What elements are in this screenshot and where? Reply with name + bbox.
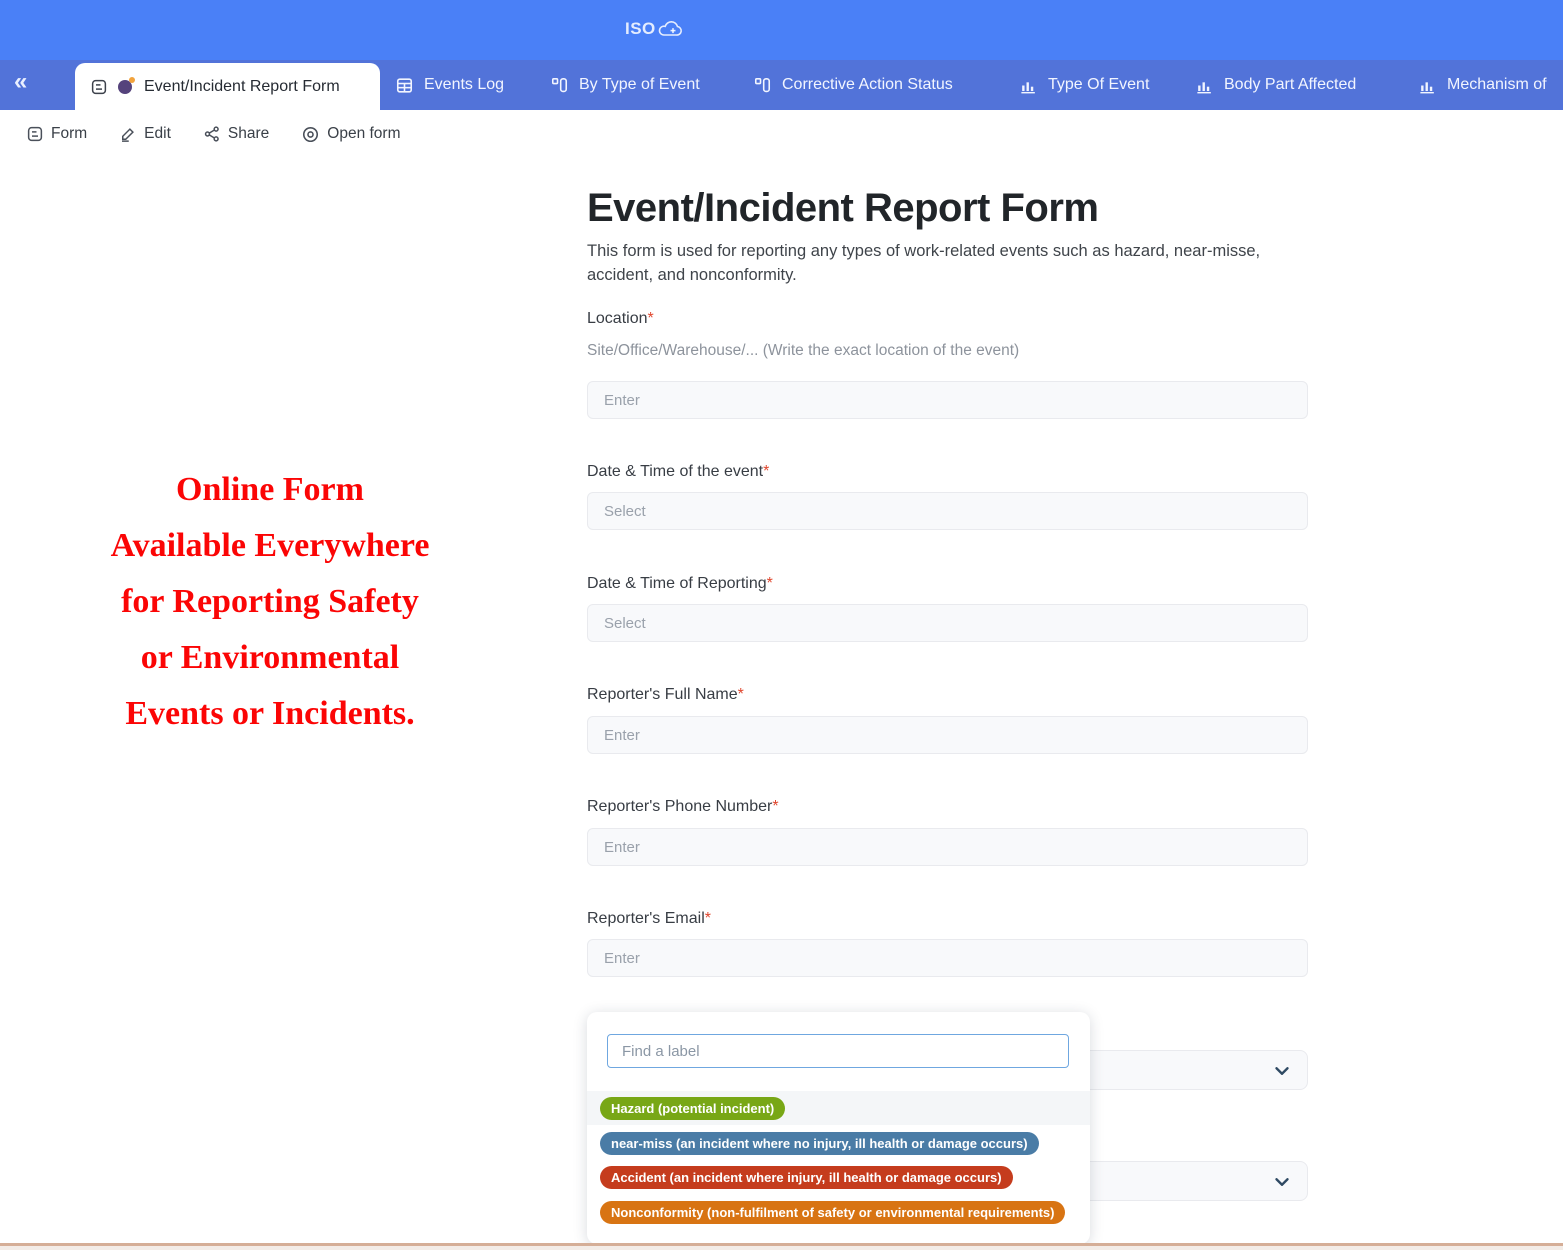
reporter-email-input[interactable]: Enter bbox=[587, 939, 1308, 977]
page-title: Event/Incident Report Form bbox=[587, 186, 1099, 231]
field-label-event-datetime: Date & Time of the event* bbox=[587, 463, 769, 481]
bar-chart-icon bbox=[1019, 76, 1038, 95]
tab-mechanism-of[interactable]: Mechanism of bbox=[1418, 60, 1547, 110]
iso-cloud-logo: ISO bbox=[625, 17, 686, 41]
label-pill: Accident (an incident where injury, ill … bbox=[600, 1166, 1013, 1189]
table-icon bbox=[395, 76, 414, 95]
label-option-near-miss[interactable]: near-miss (an incident where no injury, … bbox=[587, 1126, 1090, 1160]
input-placeholder: Enter bbox=[604, 727, 640, 744]
bottom-edge-strip bbox=[0, 1243, 1563, 1250]
input-placeholder: Find a label bbox=[622, 1043, 700, 1060]
chevron-down-icon bbox=[1271, 1060, 1293, 1082]
field-label-reporter-phone: Reporter's Phone Number* bbox=[587, 798, 779, 816]
tab-bar: « Event/Incident Report Form Events Log bbox=[0, 60, 1563, 110]
preview-icon bbox=[301, 125, 320, 144]
form-icon bbox=[26, 125, 44, 143]
top-bar: ISO bbox=[0, 0, 1563, 60]
bar-chart-icon bbox=[1195, 76, 1214, 95]
tab-body-part-affected[interactable]: Body Part Affected bbox=[1195, 60, 1356, 110]
tab-events-log[interactable]: Events Log bbox=[395, 60, 504, 110]
required-asterisk: * bbox=[767, 575, 773, 592]
form-description: This form is used for reporting any type… bbox=[587, 240, 1293, 288]
required-asterisk: * bbox=[772, 798, 778, 815]
edit-button[interactable]: Edit bbox=[119, 125, 171, 143]
form-toolbar: Form Edit Share Open form bbox=[0, 110, 1563, 158]
annotation-line: or Environmental bbox=[40, 630, 500, 686]
event-datetime-select[interactable]: Select bbox=[587, 492, 1308, 530]
input-placeholder: Enter bbox=[604, 392, 640, 409]
toolbar-label: Share bbox=[228, 125, 269, 143]
open-form-button[interactable]: Open form bbox=[301, 125, 400, 144]
required-asterisk: * bbox=[648, 310, 654, 327]
tab-label: By Type of Event bbox=[579, 76, 700, 94]
annotation-line: for Reporting Safety bbox=[40, 574, 500, 630]
field-label-reporter-name: Reporter's Full Name* bbox=[587, 686, 744, 704]
reporting-datetime-select[interactable]: Select bbox=[587, 604, 1308, 642]
tab-label: Mechanism of bbox=[1447, 76, 1547, 94]
field-label-location: Location* bbox=[587, 310, 654, 328]
location-input[interactable]: Enter bbox=[587, 381, 1308, 419]
field-help-location: Site/Office/Warehouse/... (Write the exa… bbox=[587, 342, 1019, 360]
kanban-icon bbox=[753, 76, 772, 95]
app-window: ISO « Event/Incident Report Form bbox=[0, 0, 1563, 1250]
required-asterisk: * bbox=[705, 910, 711, 927]
input-placeholder: Select bbox=[604, 615, 646, 632]
tab-label: Events Log bbox=[424, 76, 504, 94]
cloud-plus-icon bbox=[656, 17, 686, 41]
annotation-line: Events or Incidents. bbox=[40, 686, 500, 742]
field-label-reporter-email: Reporter's Email* bbox=[587, 910, 711, 928]
logo-text: ISO bbox=[625, 19, 656, 39]
label-pill: near-miss (an incident where no injury, … bbox=[600, 1132, 1039, 1155]
form-view-button[interactable]: Form bbox=[26, 125, 87, 143]
required-asterisk: * bbox=[763, 463, 769, 480]
tab-by-type-of-event[interactable]: By Type of Event bbox=[550, 60, 700, 110]
label-option-nonconformity[interactable]: Nonconformity (non-fulfilment of safety … bbox=[587, 1195, 1090, 1229]
label-option-hazard[interactable]: Hazard (potential incident) bbox=[587, 1091, 1090, 1125]
kanban-icon bbox=[550, 76, 569, 95]
toolbar-label: Open form bbox=[327, 125, 400, 143]
field-label-reporting-datetime: Date & Time of Reporting* bbox=[587, 575, 773, 593]
toolbar-label: Form bbox=[51, 125, 87, 143]
tab-label: Body Part Affected bbox=[1224, 76, 1356, 94]
label-pill: Nonconformity (non-fulfilment of safety … bbox=[600, 1201, 1065, 1224]
tab-label: Type Of Event bbox=[1048, 76, 1149, 94]
toolbar-label: Edit bbox=[144, 125, 171, 143]
input-placeholder: Enter bbox=[604, 950, 640, 967]
annotation-line: Available Everywhere bbox=[40, 518, 500, 574]
collapse-sidebar-icon[interactable]: « bbox=[14, 68, 27, 96]
reporter-phone-input[interactable]: Enter bbox=[587, 828, 1308, 866]
annotation-text: Online Form Available Everywhere for Rep… bbox=[40, 462, 500, 742]
input-placeholder: Select bbox=[604, 503, 646, 520]
chevron-down-icon bbox=[1271, 1171, 1293, 1193]
label-picker-popup: Find a label Hazard (potential incident)… bbox=[587, 1012, 1090, 1244]
label-option-accident[interactable]: Accident (an incident where injury, ill … bbox=[587, 1160, 1090, 1194]
reporter-name-input[interactable]: Enter bbox=[587, 716, 1308, 754]
tab-label: Corrective Action Status bbox=[782, 76, 953, 94]
share-icon bbox=[203, 125, 221, 143]
form-icon bbox=[90, 78, 108, 96]
annotation-line: Online Form bbox=[40, 462, 500, 518]
required-asterisk: * bbox=[738, 686, 744, 703]
tab-event-incident-report-form[interactable]: Event/Incident Report Form bbox=[75, 63, 380, 110]
tab-type-of-event[interactable]: Type Of Event bbox=[1019, 60, 1149, 110]
label-search-input[interactable]: Find a label bbox=[607, 1034, 1069, 1068]
pencil-icon bbox=[119, 125, 137, 143]
form-emoji-icon bbox=[118, 79, 134, 95]
label-pill: Hazard (potential incident) bbox=[600, 1097, 785, 1120]
share-button[interactable]: Share bbox=[203, 125, 269, 143]
bar-chart-icon bbox=[1418, 76, 1437, 95]
input-placeholder: Enter bbox=[604, 839, 640, 856]
tab-label: Event/Incident Report Form bbox=[144, 78, 340, 96]
tab-corrective-action-status[interactable]: Corrective Action Status bbox=[753, 60, 953, 110]
